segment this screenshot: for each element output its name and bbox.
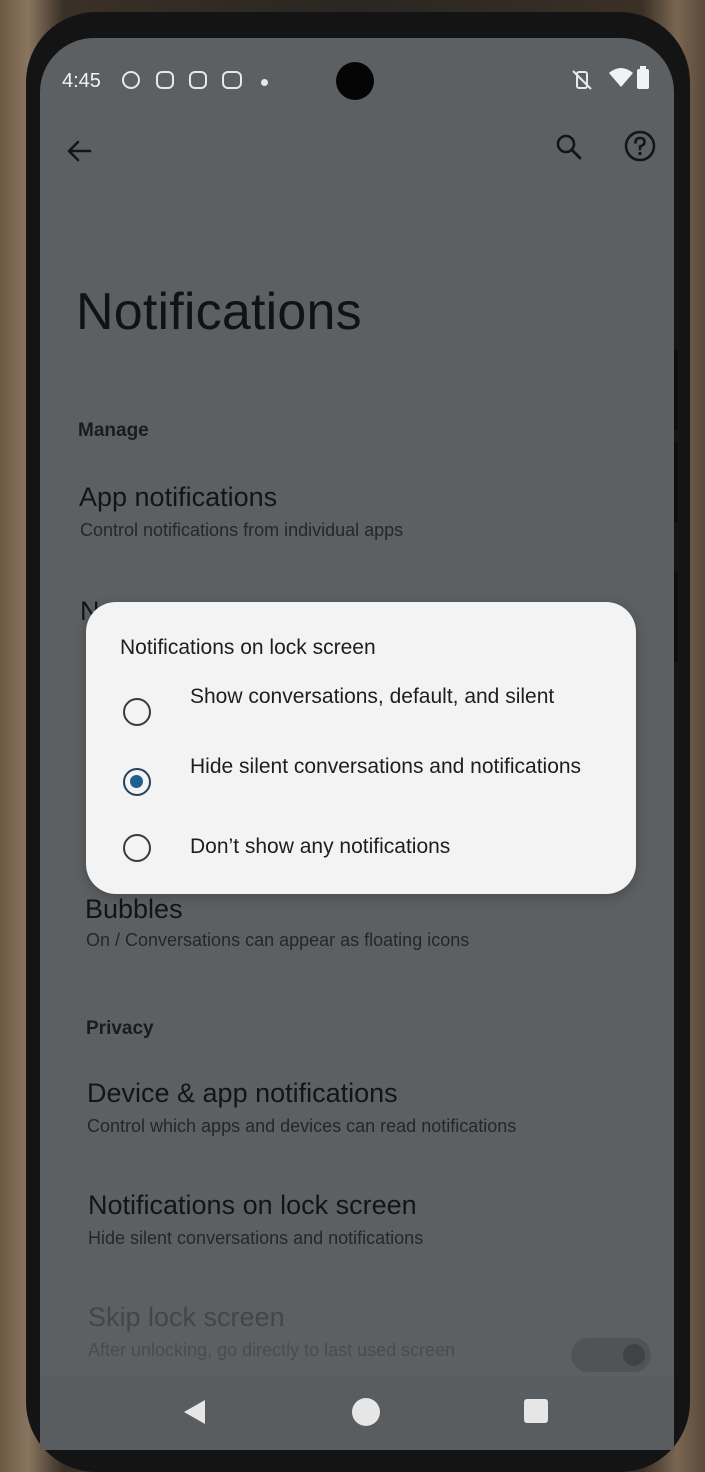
navigation-bar xyxy=(40,1376,674,1450)
notification-icon-2 xyxy=(156,71,174,89)
option-label: Don’t show any notifications xyxy=(190,835,451,858)
list-item-title: Bubbles xyxy=(85,894,183,924)
list-item-subtitle: After unlocking, go directly to last use… xyxy=(88,1340,456,1360)
page-title: Notifications xyxy=(76,283,362,341)
front-camera xyxy=(336,62,374,100)
list-item-device-app-notifications[interactable]: Device & app notifications Control which… xyxy=(40,1068,674,1148)
option-label: Show conversations, default, and silent xyxy=(190,685,555,708)
nav-recents-square-icon[interactable] xyxy=(524,1399,548,1423)
help-circle-icon[interactable] xyxy=(623,129,657,163)
list-item-title: Notifications on lock screen xyxy=(88,1190,417,1220)
option-show-all[interactable]: Show conversations, default, and silent xyxy=(86,682,636,746)
status-time: 4:45 xyxy=(62,70,101,92)
option-dont-show[interactable]: Don’t show any notifications xyxy=(86,832,636,872)
list-item-subtitle: Control which apps and devices can read … xyxy=(87,1116,517,1136)
notification-icon-4 xyxy=(222,71,242,89)
more-dot-icon xyxy=(261,79,268,86)
list-item-subtitle: Hide silent conversations and notificati… xyxy=(88,1228,424,1248)
radio-button[interactable] xyxy=(123,698,151,726)
battery-icon xyxy=(637,66,649,89)
section-header-privacy: Privacy xyxy=(86,1018,154,1039)
option-hide-silent[interactable]: Hide silent conversations and notificati… xyxy=(86,752,636,816)
wifi-icon xyxy=(609,68,633,87)
dialog-title: Notifications on lock screen xyxy=(120,636,376,659)
list-item-app-notifications[interactable]: App notifications Control notifications … xyxy=(40,468,674,558)
search-icon[interactable] xyxy=(554,132,584,162)
list-item-notifications-on-lock-screen[interactable]: Notifications on lock screen Hide silent… xyxy=(40,1180,674,1260)
section-header-manage: Manage xyxy=(78,420,149,441)
list-item-title: App notifications xyxy=(79,482,278,512)
option-label: Hide silent conversations and notificati… xyxy=(190,755,582,778)
notification-icon-1 xyxy=(122,71,140,89)
nav-home-circle-icon[interactable] xyxy=(352,1398,380,1426)
list-item-subtitle: Control notifications from individual ap… xyxy=(80,520,404,540)
list-item-subtitle: On / Conversations can appear as floatin… xyxy=(86,930,470,950)
screen: 4:45 Notifications Manage App notificati… xyxy=(40,38,674,1450)
arrow-left-icon[interactable] xyxy=(64,136,94,166)
list-item-title: Skip lock screen xyxy=(88,1302,285,1332)
notification-icon-3 xyxy=(189,71,207,89)
radio-button[interactable] xyxy=(123,834,151,862)
skip-lock-screen-toggle[interactable] xyxy=(571,1338,651,1372)
list-item-title: Device & app notifications xyxy=(87,1078,398,1108)
lock-screen-notifications-dialog: Notifications on lock screen Show conver… xyxy=(86,602,636,894)
list-item-bubbles[interactable]: Bubbles On / Conversations can appear as… xyxy=(40,884,674,964)
radio-button-selected[interactable] xyxy=(123,768,151,796)
vibrate-off-icon xyxy=(572,70,592,90)
nav-back-triangle-icon[interactable] xyxy=(181,1398,207,1426)
